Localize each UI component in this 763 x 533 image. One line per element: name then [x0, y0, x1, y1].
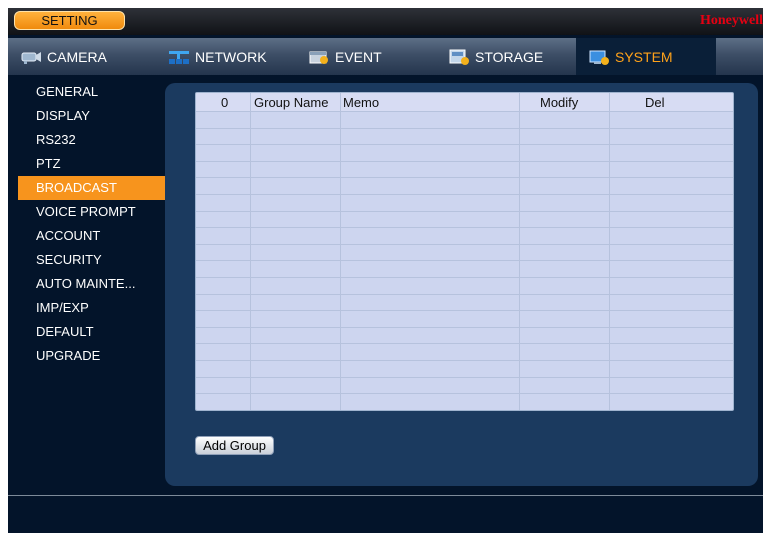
table-row[interactable] — [196, 361, 733, 378]
sidebar-item-auto-maintain[interactable]: AUTO MAINTE... — [18, 272, 166, 296]
column-divider — [250, 93, 251, 410]
table-row[interactable] — [196, 112, 733, 129]
tab-label: NETWORK — [195, 48, 267, 65]
add-group-button[interactable]: Add Group — [195, 436, 274, 455]
sidebar-item-general[interactable]: GENERAL — [18, 80, 166, 104]
camera-icon — [21, 51, 41, 64]
sidebar-item-voice-prompt[interactable]: VOICE PROMPT — [18, 200, 166, 224]
event-icon — [309, 51, 328, 64]
table-row[interactable] — [196, 278, 733, 295]
sidebar-item-security[interactable]: SECURITY — [18, 248, 166, 272]
network-icon — [169, 50, 189, 64]
group-table: 0 Group Name Memo Modify Del — [195, 92, 734, 411]
main-tabs: CAMERA NETWORK EVENT STORAGE SYSTEM — [8, 38, 763, 75]
sidebar-item-imp-exp[interactable]: IMP/EXP — [18, 296, 166, 320]
sidebar: GENERAL DISPLAY RS232 PTZ BROADCAST VOIC… — [18, 80, 166, 368]
sidebar-item-broadcast[interactable]: BROADCAST — [18, 176, 166, 200]
header-memo: Memo — [343, 95, 380, 110]
app-window: SETTING Honeywell CAMERA NETWORK EVENT S… — [8, 8, 763, 533]
column-divider — [519, 93, 520, 410]
tab-label: EVENT — [335, 48, 382, 65]
tab-camera[interactable]: CAMERA — [20, 38, 150, 75]
table-row[interactable] — [196, 378, 733, 395]
table-row[interactable] — [196, 245, 733, 262]
sidebar-item-default[interactable]: DEFAULT — [18, 320, 166, 344]
table-row[interactable] — [196, 394, 733, 410]
sidebar-item-account[interactable]: ACCOUNT — [18, 224, 166, 248]
status-divider — [8, 495, 763, 496]
broadcast-panel: 0 Group Name Memo Modify Del Add Group — [165, 83, 758, 486]
header-group-name: Group Name — [254, 95, 329, 110]
table-row[interactable] — [196, 261, 733, 278]
table-row[interactable] — [196, 228, 733, 245]
column-divider — [609, 93, 610, 410]
tab-label: STORAGE — [475, 48, 544, 65]
table-row[interactable] — [196, 311, 733, 328]
sidebar-item-display[interactable]: DISPLAY — [18, 104, 166, 128]
setting-button[interactable]: SETTING — [14, 11, 125, 30]
header-del: Del — [645, 95, 665, 110]
table-row[interactable] — [196, 212, 733, 229]
table-row[interactable] — [196, 195, 733, 212]
sidebar-item-ptz[interactable]: PTZ — [18, 152, 166, 176]
column-divider — [340, 93, 341, 410]
tab-event[interactable]: EVENT — [308, 38, 438, 75]
table-row[interactable] — [196, 162, 733, 179]
tab-network[interactable]: NETWORK — [168, 38, 298, 75]
header-index: 0 — [221, 95, 229, 110]
table-header: 0 Group Name Memo Modify Del — [196, 93, 733, 112]
tab-label: CAMERA — [47, 48, 107, 65]
sidebar-item-upgrade[interactable]: UPGRADE — [18, 344, 166, 368]
table-row[interactable] — [196, 344, 733, 361]
table-row[interactable] — [196, 295, 733, 312]
sidebar-item-rs232[interactable]: RS232 — [18, 128, 166, 152]
header-modify: Modify — [540, 95, 579, 110]
tab-system[interactable]: SYSTEM — [576, 38, 716, 75]
title-bar: SETTING Honeywell — [8, 8, 763, 35]
tab-storage[interactable]: STORAGE — [448, 38, 578, 75]
system-icon — [589, 50, 609, 65]
brand-logo: Honeywell — [700, 13, 763, 28]
table-row[interactable] — [196, 328, 733, 345]
table-row[interactable] — [196, 129, 733, 146]
table-row[interactable] — [196, 145, 733, 162]
storage-icon — [449, 49, 469, 65]
table-row[interactable] — [196, 178, 733, 195]
tab-label: SYSTEM — [615, 48, 673, 65]
